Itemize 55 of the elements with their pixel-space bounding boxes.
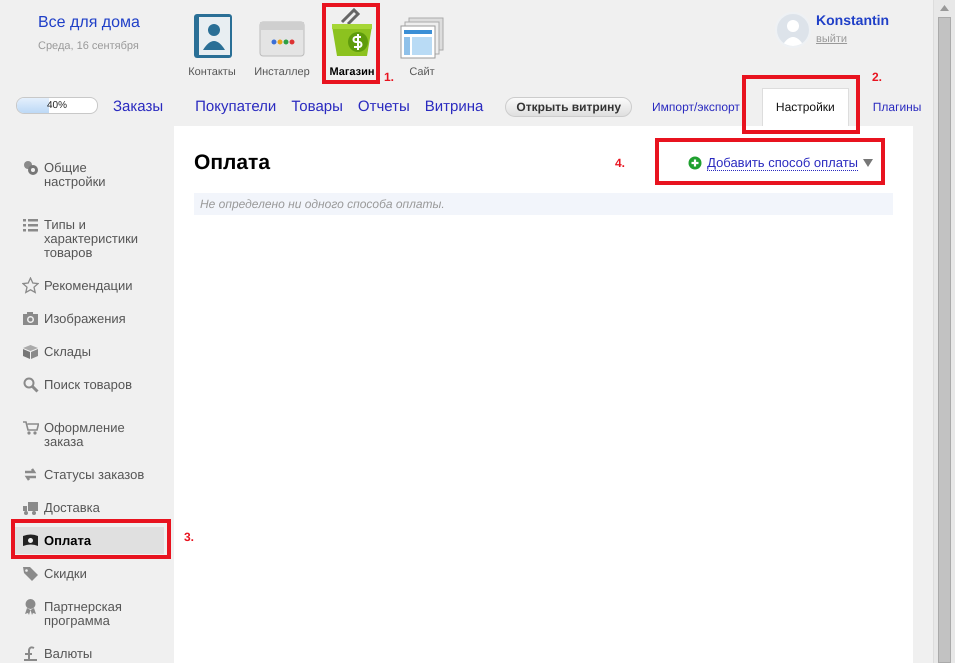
award-icon xyxy=(22,598,39,615)
sidebar-item[interactable]: Типы и характеристики товаров xyxy=(14,211,164,266)
progress-reading: 40% xyxy=(46,99,68,113)
camera-icon xyxy=(22,310,39,327)
sidebar-item[interactable]: Склады xyxy=(14,338,164,365)
page-title: Оплата xyxy=(194,151,270,175)
list-icon xyxy=(22,216,39,233)
add-payment-link[interactable]: Добавить способ оплаты xyxy=(707,155,858,171)
tab[interactable]: Настройки xyxy=(762,88,849,126)
sidebar-item[interactable]: Рекомендации xyxy=(14,272,164,299)
annotation-number: 3. xyxy=(184,530,194,544)
arrows-icon xyxy=(22,466,39,483)
tab[interactable]: Импорт/экспорт xyxy=(644,88,748,126)
avatar-icon xyxy=(775,12,811,48)
sidebar-item[interactable]: Оформление заказа xyxy=(14,414,164,455)
nav-link[interactable]: Заказы xyxy=(113,98,164,115)
nav-link[interactable]: Покупатели xyxy=(195,98,276,115)
sidebar-item[interactable]: Доставка xyxy=(14,494,164,521)
open-store-button[interactable]: Открыть витрину xyxy=(505,97,632,117)
nav-link[interactable]: Витрина xyxy=(424,98,484,115)
banknote-icon xyxy=(22,532,39,549)
sidebar-item[interactable]: Скидки xyxy=(14,560,164,587)
cart-icon xyxy=(22,419,39,436)
app-launcher[interactable]: Контакты xyxy=(182,0,242,88)
sidebar-item[interactable]: Общие настройки xyxy=(14,154,164,195)
annotation-number: 2. xyxy=(872,70,882,84)
truck-icon xyxy=(22,499,39,516)
scroll-up-icon[interactable] xyxy=(940,5,949,11)
star-icon xyxy=(22,277,39,294)
nav-link[interactable]: Товары xyxy=(291,98,343,115)
tab[interactable]: Плагины xyxy=(864,88,930,126)
nav-link[interactable]: Отчеты xyxy=(358,98,410,115)
sidebar-item[interactable]: Партнерская программа xyxy=(14,593,164,634)
scrollbar-thumb[interactable] xyxy=(938,17,951,663)
empty-message: Не определено ни одного способа оплаты. xyxy=(194,193,893,215)
sidebar-item[interactable]: Оплата xyxy=(14,527,164,554)
site-title[interactable]: Все для дома xyxy=(38,14,140,32)
pound-icon xyxy=(22,645,39,662)
annotation-number: 1. xyxy=(384,70,394,84)
add-icon xyxy=(688,156,702,170)
sidebar-item[interactable]: Статусы заказов xyxy=(14,461,164,488)
annotation-number: 4. xyxy=(615,156,626,170)
browser-window-icon xyxy=(399,16,445,60)
sidebar-item[interactable]: Валюты xyxy=(14,640,164,663)
user-name[interactable]: Konstantin xyxy=(816,12,890,28)
search-icon xyxy=(22,376,39,393)
tag-icon xyxy=(22,565,39,582)
app-launcher[interactable]: Сайт xyxy=(392,0,452,88)
sidebar-item[interactable]: Изображения xyxy=(14,305,164,332)
date-label: Среда, 16 сентября xyxy=(38,40,139,52)
app-launcher[interactable]: Инсталлер xyxy=(252,0,312,88)
caret-icon[interactable] xyxy=(863,159,873,167)
sidebar-item[interactable]: Поиск товаров xyxy=(14,371,164,398)
app-launcher[interactable]: Магазин xyxy=(322,0,382,88)
cube-icon xyxy=(22,343,39,360)
